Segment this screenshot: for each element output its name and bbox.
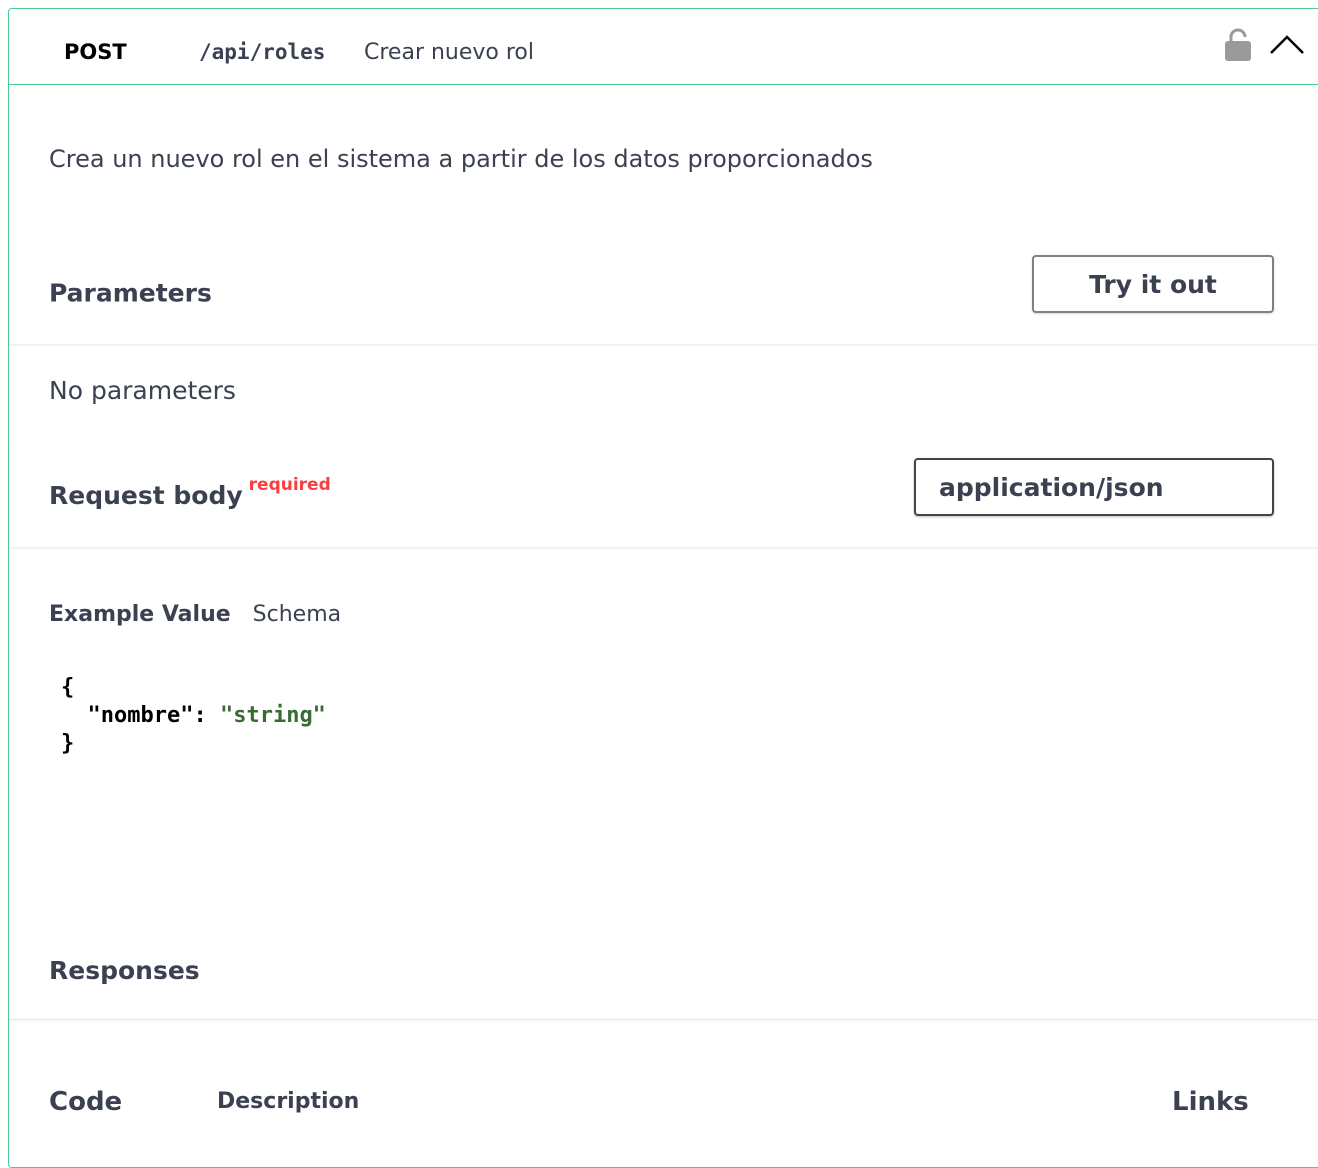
parameters-title: Parameters xyxy=(49,278,212,308)
required-badge: required xyxy=(248,475,331,495)
chevron-up-icon[interactable] xyxy=(1267,31,1307,57)
operation-block-post-api-roles: POST /api/roles Crear nuevo rol Crea un … xyxy=(8,8,1318,1168)
example-json-code: { "nombre": "string" } xyxy=(61,674,326,758)
endpoint-path: /api/roles xyxy=(199,40,326,64)
request-body-title: Request body required xyxy=(49,477,331,510)
responses-title: Responses xyxy=(49,956,200,985)
column-header-links: Links xyxy=(1172,1087,1249,1117)
operation-summary: Crear nuevo rol xyxy=(364,40,535,65)
http-method: POST xyxy=(64,40,127,64)
example-schema-tabs: Example Value Schema xyxy=(49,604,341,626)
responses-divider xyxy=(9,1019,1318,1020)
lock-icon[interactable] xyxy=(1223,27,1253,61)
operation-summary-bar[interactable]: POST /api/roles Crear nuevo rol xyxy=(9,9,1318,85)
column-header-code: Code xyxy=(49,1087,123,1117)
tab-example-value[interactable]: Example Value xyxy=(49,602,231,627)
json-colon: : xyxy=(193,703,220,728)
operation-description: Crea un nuevo rol en el sistema a partir… xyxy=(49,145,873,173)
json-value: "string" xyxy=(219,703,326,728)
json-open-brace: { xyxy=(61,675,75,700)
column-header-description: Description xyxy=(217,1089,360,1114)
json-key: "nombre" xyxy=(87,703,194,728)
tab-schema[interactable]: Schema xyxy=(253,602,341,627)
no-parameters-text: No parameters xyxy=(49,376,236,405)
request-body-label: Request body xyxy=(49,481,243,510)
json-close-brace: } xyxy=(61,731,75,756)
try-it-out-button[interactable]: Try it out xyxy=(1032,255,1274,313)
content-type-select[interactable]: application/json xyxy=(914,458,1274,516)
